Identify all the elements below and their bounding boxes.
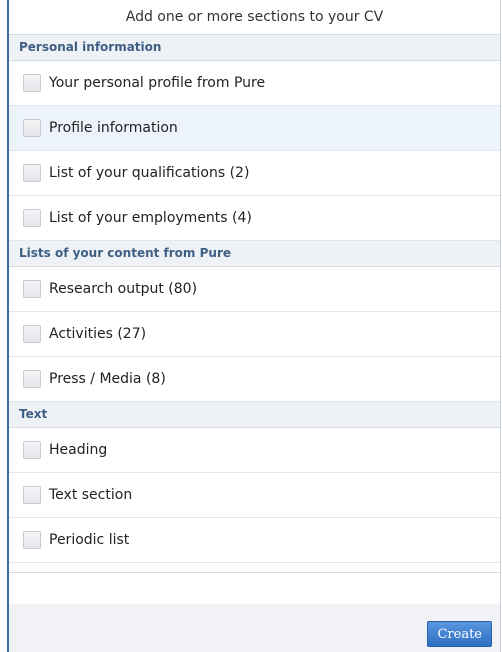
checkbox[interactable] xyxy=(23,280,41,298)
dialog-footer: Create xyxy=(9,604,500,652)
checkbox[interactable] xyxy=(23,74,41,92)
option-research-output[interactable]: Research output (80) xyxy=(9,267,500,312)
checkbox[interactable] xyxy=(23,325,41,343)
checkbox[interactable] xyxy=(23,441,41,459)
checkbox[interactable] xyxy=(23,531,41,549)
checkbox[interactable] xyxy=(23,370,41,388)
option-press-media[interactable]: Press / Media (8) xyxy=(9,357,500,402)
dialog-title: Add one or more sections to your CV xyxy=(9,0,500,35)
checkbox[interactable] xyxy=(23,119,41,137)
list-bottom-spacer xyxy=(9,563,500,573)
option-activities[interactable]: Activities (27) xyxy=(9,312,500,357)
checkbox[interactable] xyxy=(23,164,41,182)
checkbox[interactable] xyxy=(23,486,41,504)
option-personal-profile[interactable]: Your personal profile from Pure xyxy=(9,61,500,106)
option-heading[interactable]: Heading xyxy=(9,428,500,473)
option-qualifications[interactable]: List of your qualifications (2) xyxy=(9,151,500,196)
option-label: Heading xyxy=(49,442,108,458)
option-label: Activities (27) xyxy=(49,326,147,342)
option-label: List of your employments (4) xyxy=(49,210,252,226)
option-employments[interactable]: List of your employments (4) xyxy=(9,196,500,241)
option-label: Text section xyxy=(49,487,133,503)
option-label: Your personal profile from Pure xyxy=(49,75,266,91)
option-label: Press / Media (8) xyxy=(49,371,166,387)
section-header-text: Text xyxy=(9,402,500,428)
option-label: Research output (80) xyxy=(49,281,198,297)
option-text-section[interactable]: Text section xyxy=(9,473,500,518)
option-profile-information[interactable]: Profile information xyxy=(9,106,500,151)
section-header-content-lists: Lists of your content from Pure xyxy=(9,241,500,267)
create-button[interactable]: Create xyxy=(427,621,492,647)
add-cv-sections-dialog: Add one or more sections to your CV Pers… xyxy=(7,0,501,652)
option-periodic-list[interactable]: Periodic list xyxy=(9,518,500,563)
section-header-personal-information: Personal information xyxy=(9,35,500,61)
option-label: Profile information xyxy=(49,120,178,136)
option-label: Periodic list xyxy=(49,532,130,548)
checkbox[interactable] xyxy=(23,209,41,227)
option-label: List of your qualifications (2) xyxy=(49,165,250,181)
